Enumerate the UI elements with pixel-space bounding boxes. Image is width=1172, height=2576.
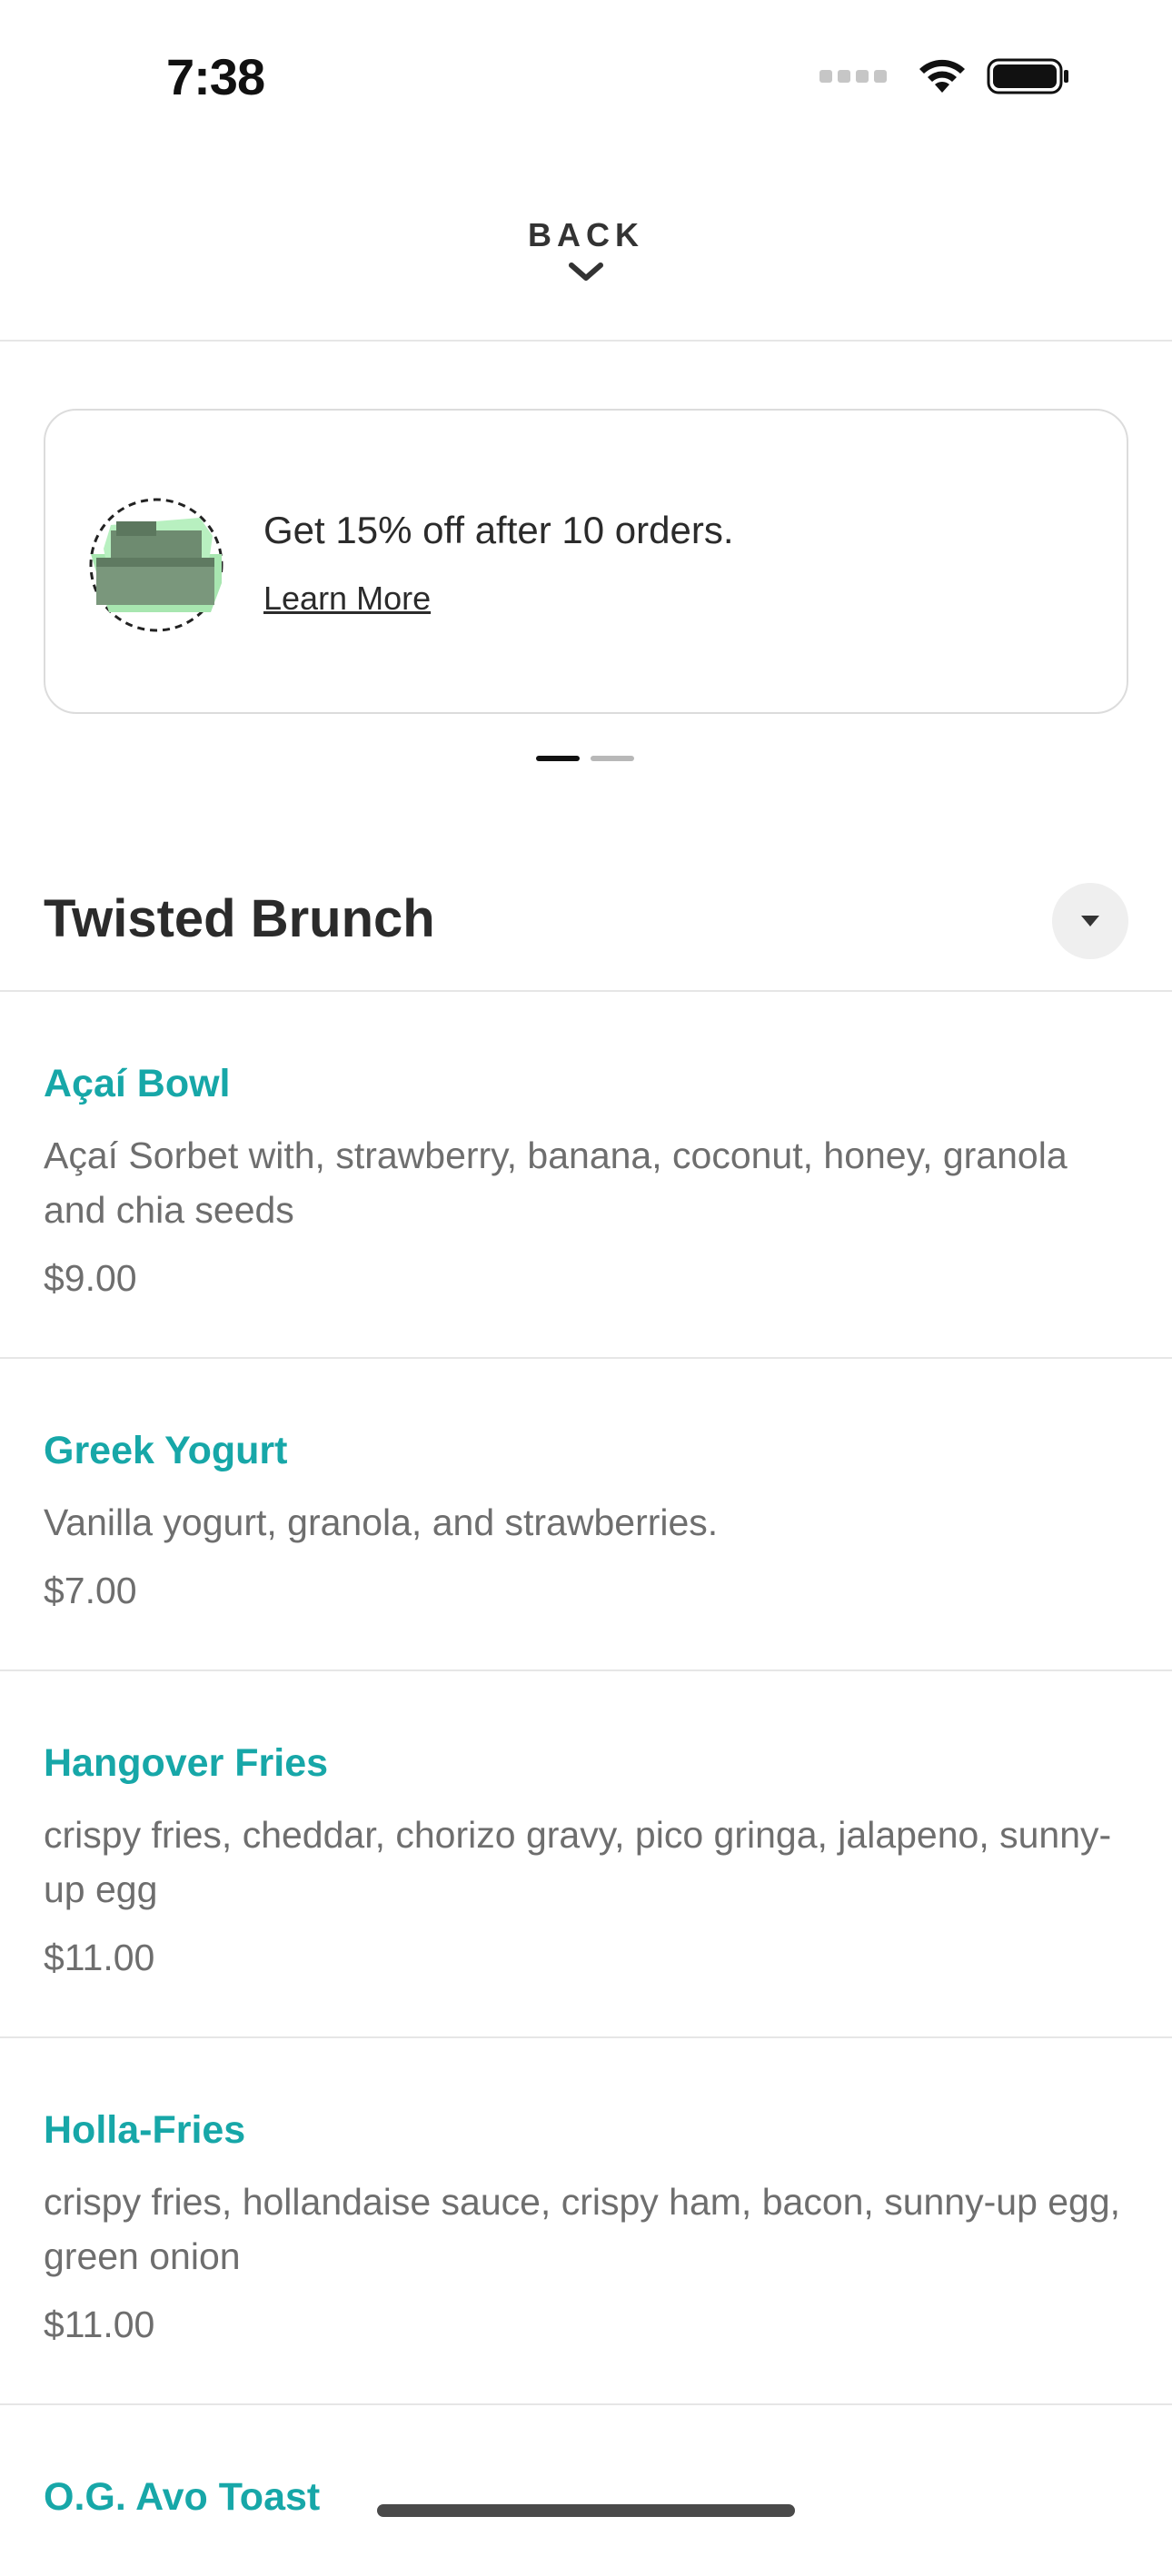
promo-text: Get 15% off after 10 orders. <box>263 509 734 551</box>
back-label: BACK <box>528 216 644 253</box>
menu-item[interactable]: Açaí Bowl Açaí Sorbet with, strawberry, … <box>0 992 1172 1359</box>
status-icons <box>819 56 1070 96</box>
menu-item-price: $9.00 <box>44 1257 137 1299</box>
menu-item-description: crispy fries, cheddar, chorizo gravy, pi… <box>44 1814 1112 1910</box>
takeout-container-icon <box>89 498 223 632</box>
section-collapse-button[interactable] <box>1052 883 1128 959</box>
status-bar: 7:38 <box>0 0 1172 154</box>
cellular-signal-icon <box>819 70 887 83</box>
menu-item-price: $11.00 <box>44 1937 155 1978</box>
wifi-icon <box>919 59 965 93</box>
menu-item-name: Greek Yogurt <box>44 1429 288 1472</box>
menu-list: Açaí Bowl Açaí Sorbet with, strawberry, … <box>0 992 1172 2576</box>
battery-icon <box>987 58 1068 94</box>
menu-item-description: crispy fries, hollandaise sauce, crispy … <box>44 2181 1121 2277</box>
menu-item-name: Holla-Fries <box>44 2108 246 2152</box>
promo-pager[interactable] <box>536 756 634 761</box>
pager-dot-active[interactable] <box>536 756 580 761</box>
menu-item-description: Vanilla yogurt, granola, and strawberrie… <box>44 1501 719 1543</box>
menu-item[interactable]: O.G. Avo Toast <box>0 2405 1172 2576</box>
promo-card[interactable]: Get 15% off after 10 orders. Learn More <box>44 409 1128 714</box>
menu-item-description: Açaí Sorbet with, strawberry, banana, co… <box>44 1134 1068 1231</box>
learn-more-link[interactable]: Learn More <box>263 580 431 618</box>
caret-down-icon <box>1081 916 1099 926</box>
chevron-down-icon <box>569 263 603 281</box>
menu-item[interactable]: Hangover Fries crispy fries, cheddar, ch… <box>0 1671 1172 2038</box>
back-button[interactable]: BACK <box>528 216 644 283</box>
menu-item-price: $7.00 <box>44 1570 137 1611</box>
menu-item[interactable]: Holla-Fries crispy fries, hollandaise sa… <box>0 2038 1172 2405</box>
pager-dot[interactable] <box>591 756 634 761</box>
menu-item[interactable]: Greek Yogurt Vanilla yogurt, granola, an… <box>0 1359 1172 1671</box>
section-title: Twisted Brunch <box>44 889 435 948</box>
back-header: BACK <box>0 154 1172 342</box>
menu-item-name: Açaí Bowl <box>44 1062 231 1105</box>
menu-item-price: $11.00 <box>44 2304 155 2345</box>
home-indicator[interactable] <box>377 2504 795 2517</box>
section-header: Twisted Brunch <box>0 872 1172 992</box>
status-time: 7:38 <box>166 48 265 105</box>
menu-item-name: Hangover Fries <box>44 1741 329 1785</box>
